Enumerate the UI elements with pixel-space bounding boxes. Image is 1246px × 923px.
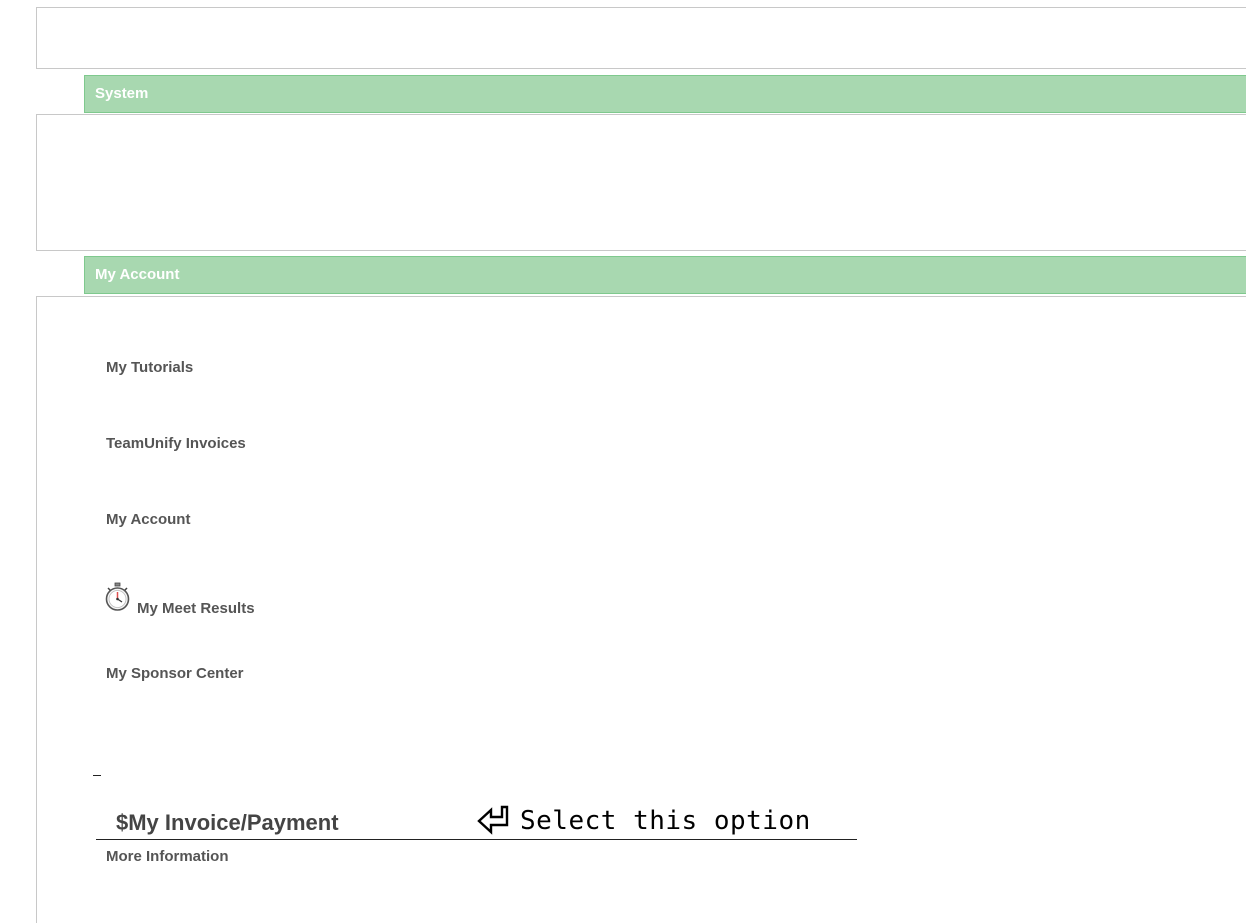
menu-link-my-sponsor-center[interactable]: My Sponsor Center	[106, 665, 244, 682]
select-this-option-note: Select this option	[520, 806, 811, 836]
menu-link-my-account[interactable]: My Account	[106, 511, 190, 528]
page: System My Account My Tutorials TeamUnify…	[0, 0, 1246, 923]
section-header-system: System	[84, 75, 1246, 113]
menu-link-teamunify-invoices[interactable]: TeamUnify Invoices	[106, 435, 246, 452]
divider-dash	[93, 775, 101, 776]
system-panel	[36, 114, 1246, 251]
menu-link-my-tutorials[interactable]: My Tutorials	[106, 359, 193, 376]
invoice-payment-row: $My Invoice/Payment Select this option	[96, 802, 857, 840]
top-panel	[36, 7, 1246, 69]
stopwatch-icon	[104, 582, 131, 617]
menu-link-my-meet-results[interactable]: My Meet Results	[137, 600, 255, 617]
menu-link-my-invoice-payment[interactable]: $My Invoice/Payment	[116, 810, 339, 836]
section-header-my-account: My Account	[84, 256, 1246, 294]
menu-link-more-information[interactable]: More Information	[106, 848, 229, 865]
return-arrow-icon	[477, 804, 515, 841]
menu-item-my-meet-results[interactable]: My Meet Results	[104, 582, 255, 617]
